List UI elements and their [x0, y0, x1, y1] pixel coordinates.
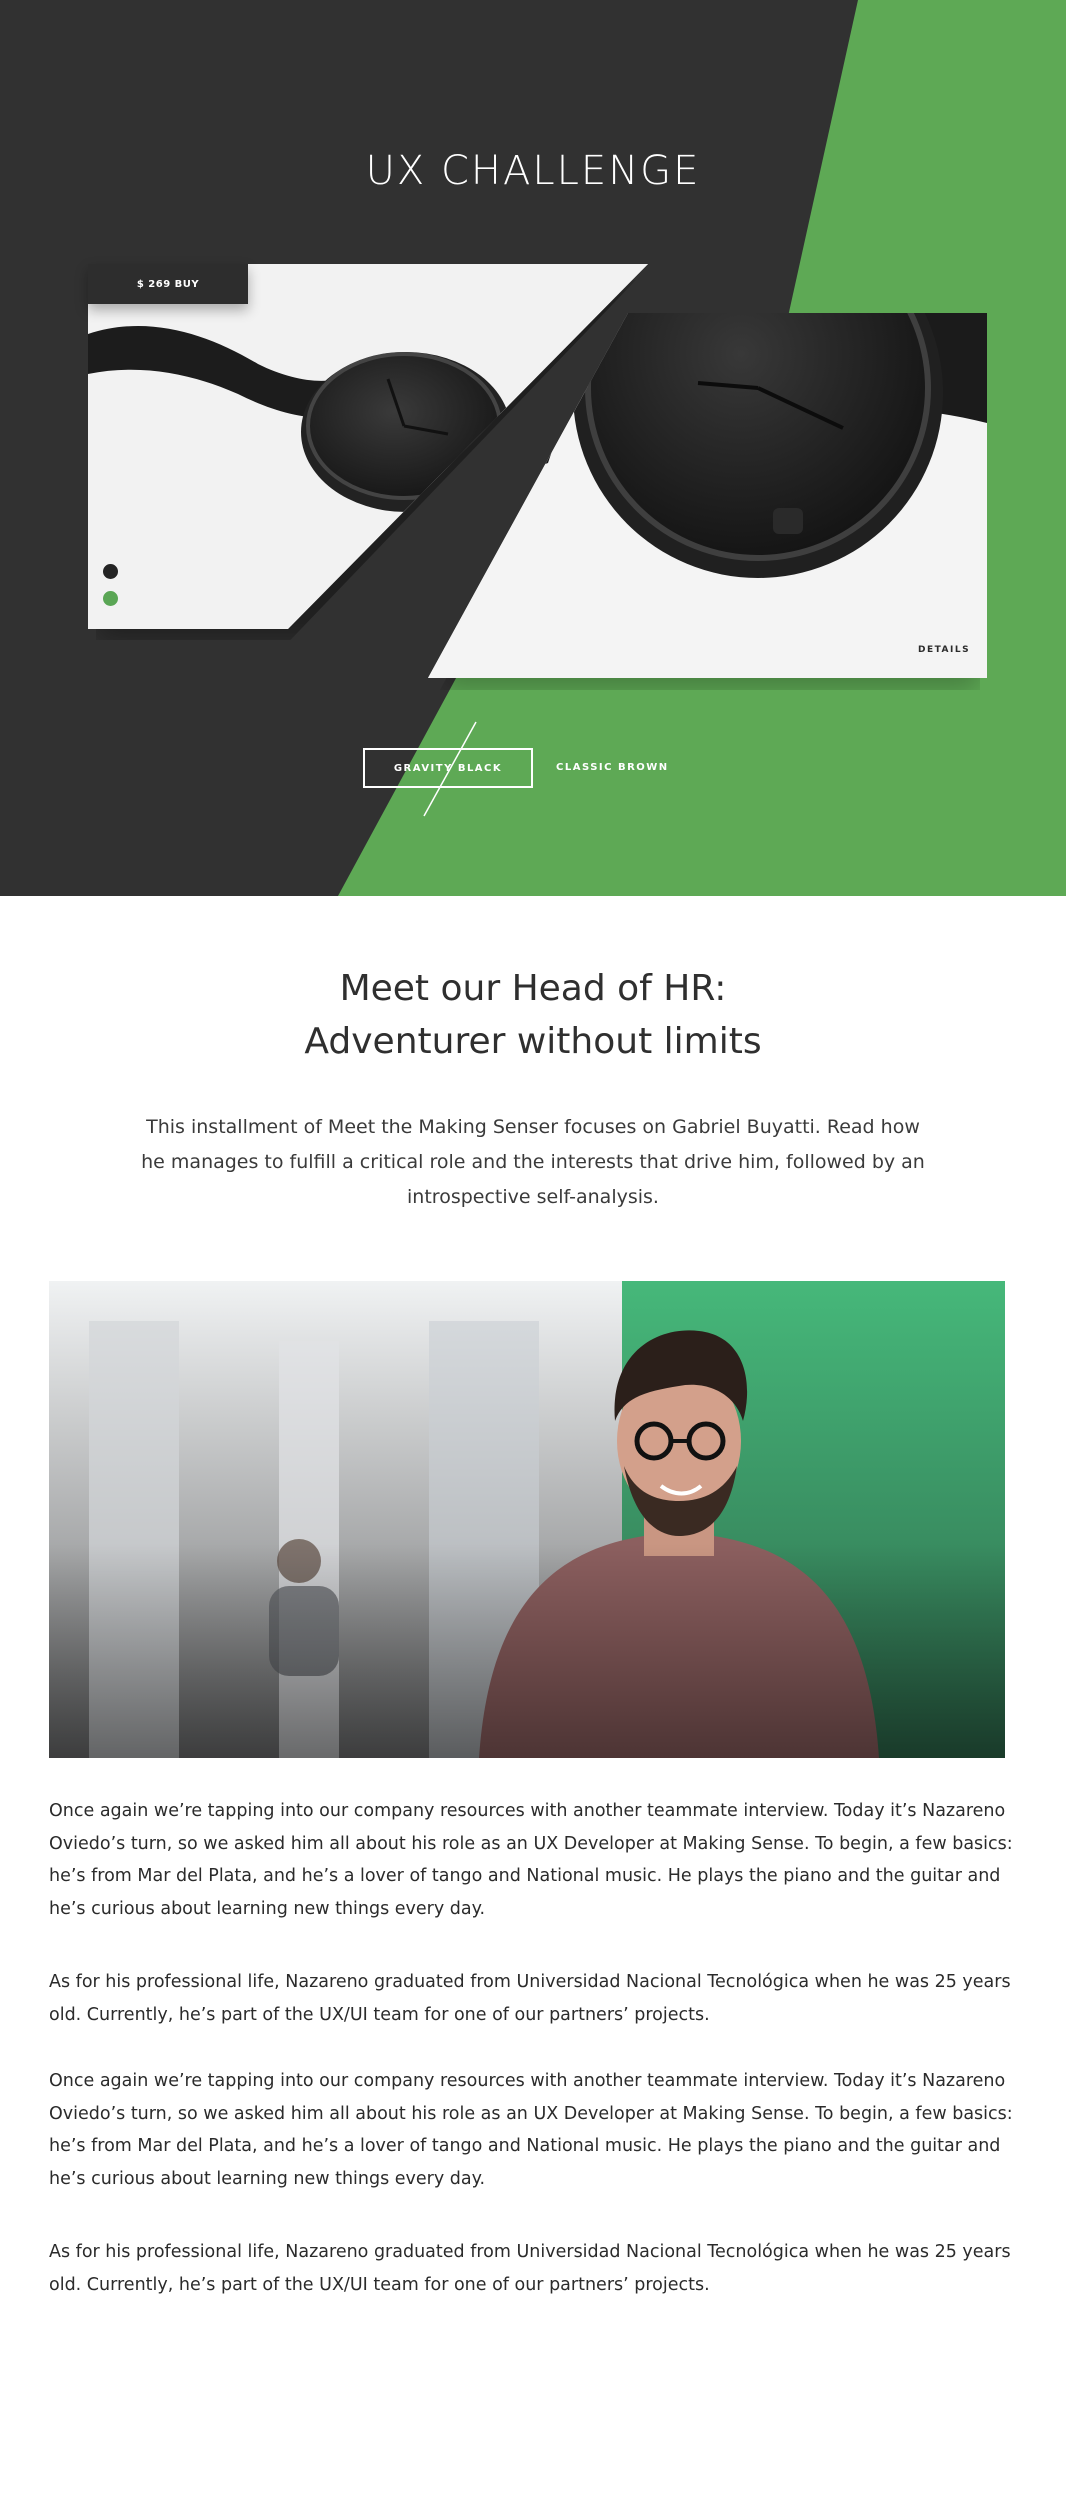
article-title-line-2: Adventurer without limits [304, 1021, 762, 1062]
carousel-dot-1[interactable] [103, 564, 118, 579]
variant-gravity-black-button[interactable]: GRAVITY BLACK [363, 748, 533, 788]
article-paragraph-2: As for his professional life, Nazareno g… [49, 1972, 1011, 2025]
portrait-photo-illustration [49, 1281, 1005, 1758]
article-title-line-1: Meet our Head of HR: [339, 968, 727, 1009]
portrait-photo [49, 1281, 1005, 1758]
buy-button[interactable]: $ 269 BUY [88, 264, 248, 304]
variant-classic-brown-link[interactable]: CLASSIC BROWN [556, 762, 669, 773]
hero-section: UX CHALLENGE $ 269 BUY DETAILS GRAVITY B… [0, 0, 1066, 896]
article-intro: This installment of Meet the Making Sens… [141, 1116, 925, 1208]
article-paragraph-4: As for his professional life, Nazareno g… [49, 2242, 1011, 2295]
article-paragraph-3: Once again we’re tapping into our compan… [49, 2071, 1013, 2189]
carousel-dot-2[interactable] [103, 591, 118, 606]
article-paragraph-1: Once again we’re tapping into our compan… [49, 1801, 1013, 1919]
article-title: Meet our Head of HR: Adventurer without … [0, 962, 1066, 1068]
details-link[interactable]: DETAILS [918, 645, 970, 655]
hero-title: UX CHALLENGE [365, 148, 701, 194]
